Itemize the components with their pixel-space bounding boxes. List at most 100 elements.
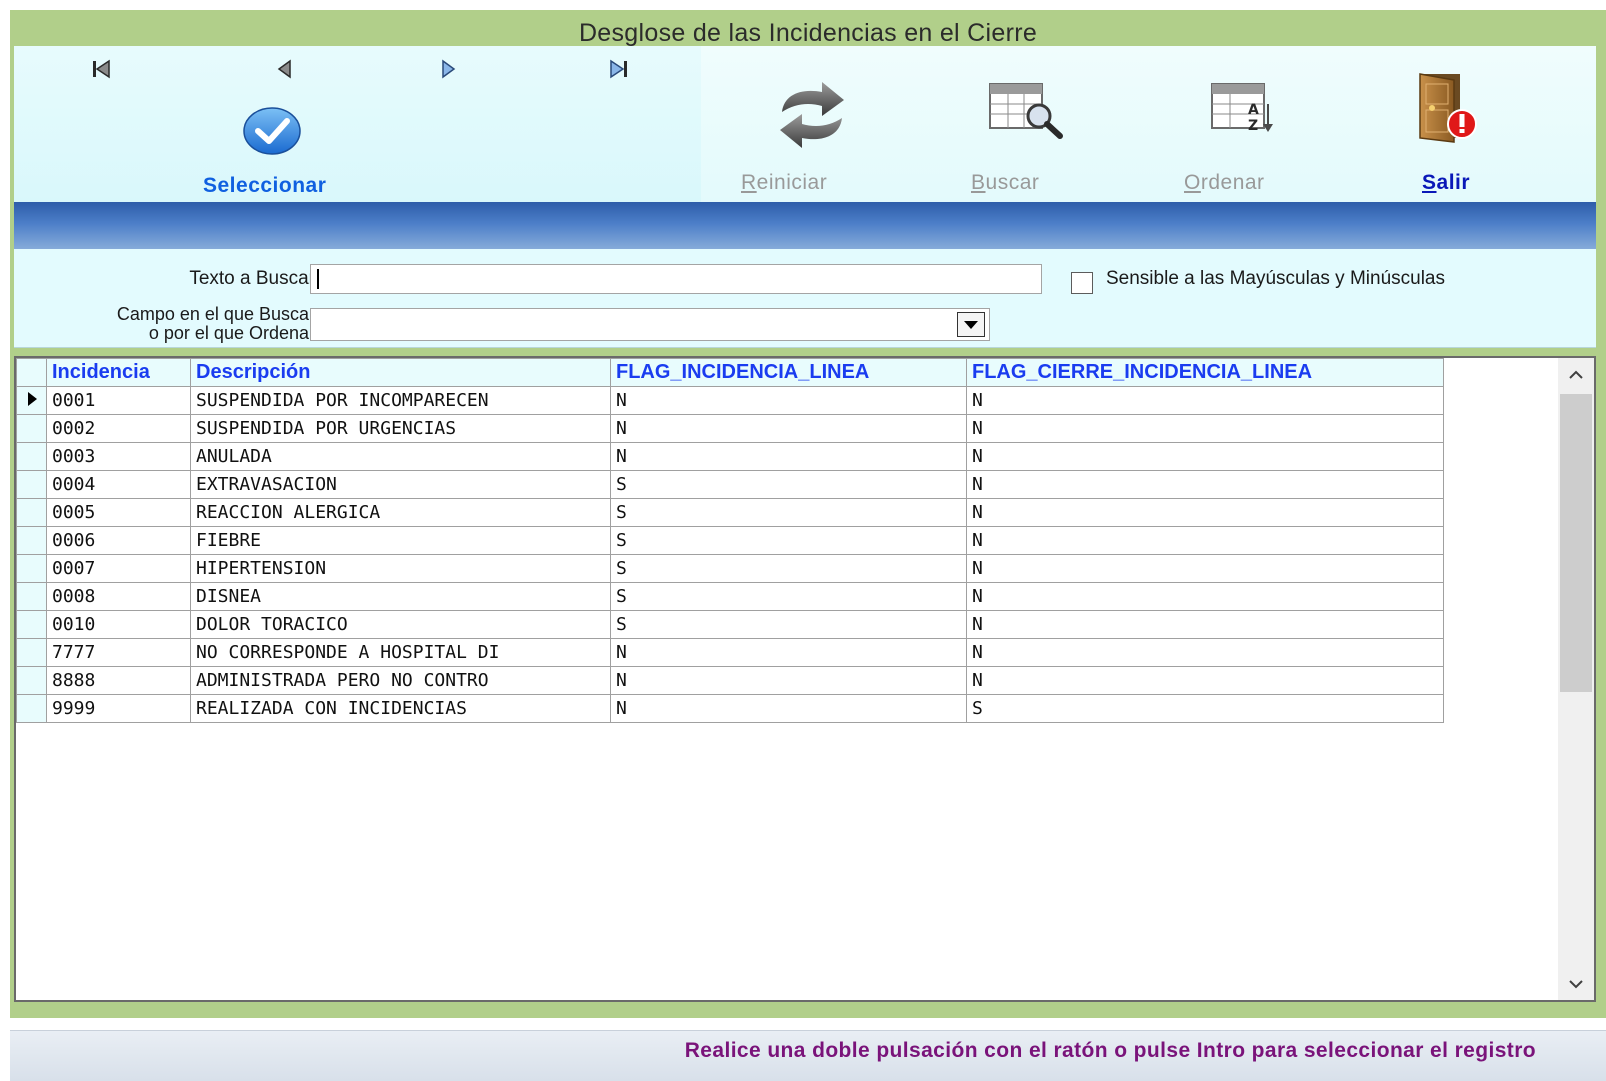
cell-flag-incidencia-linea[interactable]: S — [610, 582, 967, 611]
column-header-flag-incidencia-linea[interactable]: FLAG_INCIDENCIA_LINEA — [610, 358, 967, 387]
row-indicator[interactable] — [16, 470, 47, 499]
cell-flag-cierre-incidencia-linea[interactable]: N — [966, 498, 1444, 527]
cell-flag-incidencia-linea[interactable]: N — [610, 638, 967, 667]
cell-descripcion[interactable]: ANULADA — [190, 442, 611, 471]
row-indicator[interactable] — [16, 386, 47, 415]
column-header-flag-cierre-incidencia-linea[interactable]: FLAG_CIERRE_INCIDENCIA_LINEA — [966, 358, 1444, 387]
row-indicator[interactable] — [16, 610, 47, 639]
cell-flag-incidencia-linea[interactable]: N — [610, 694, 967, 723]
cell-flag-cierre-incidencia-linea[interactable]: N — [966, 554, 1444, 583]
previous-record-button[interactable] — [269, 54, 299, 84]
cell-incidencia[interactable]: 0010 — [46, 610, 191, 639]
cell-descripcion[interactable]: SUSPENDIDA POR INCOMPARECEN — [190, 386, 611, 415]
cell-incidencia[interactable]: 0004 — [46, 470, 191, 499]
table-row[interactable]: 0007 HIPERTENSION S N — [16, 554, 1444, 583]
table-row[interactable]: 0004 EXTRAVASACION S N — [16, 470, 1444, 499]
cell-flag-cierre-incidencia-linea[interactable]: N — [966, 526, 1444, 555]
cell-descripcion[interactable]: DOLOR TORACICO — [190, 610, 611, 639]
cell-flag-incidencia-linea[interactable]: N — [610, 442, 967, 471]
dropdown-button[interactable] — [957, 312, 985, 337]
row-indicator[interactable] — [16, 526, 47, 555]
sort-button[interactable]: A Z — [1206, 78, 1296, 140]
table-row[interactable]: 0006 FIEBRE S N — [16, 526, 1444, 555]
cell-flag-cierre-incidencia-linea[interactable]: N — [966, 386, 1444, 415]
cell-descripcion[interactable]: REALIZADA CON INCIDENCIAS — [190, 694, 611, 723]
restart-button-label[interactable]: Reiniciar — [741, 171, 827, 195]
column-header-incidencia[interactable]: Incidencia — [46, 358, 191, 387]
select-button-label[interactable]: Seleccionar — [203, 174, 326, 198]
cell-flag-incidencia-linea[interactable]: S — [610, 526, 967, 555]
field-select[interactable] — [310, 308, 990, 341]
table-row[interactable]: 0001 SUSPENDIDA POR INCOMPARECEN N N — [16, 386, 1444, 415]
row-indicator[interactable] — [16, 694, 47, 723]
cell-flag-incidencia-linea[interactable]: N — [610, 666, 967, 695]
cell-incidencia[interactable]: 9999 — [46, 694, 191, 723]
row-indicator[interactable] — [16, 498, 47, 527]
table-row[interactable]: 0005 REACCION ALERGICA S N — [16, 498, 1444, 527]
first-record-button[interactable] — [87, 54, 117, 84]
table-row[interactable]: 7777 NO CORRESPONDE A HOSPITAL DI N N — [16, 638, 1444, 667]
cell-incidencia[interactable]: 0003 — [46, 442, 191, 471]
table-row[interactable]: 0008 DISNEA S N — [16, 582, 1444, 611]
search-input[interactable] — [310, 264, 1042, 294]
cell-incidencia[interactable]: 0001 — [46, 386, 191, 415]
scroll-thumb[interactable] — [1560, 394, 1592, 692]
cell-descripcion[interactable]: EXTRAVASACION — [190, 470, 611, 499]
exit-button[interactable] — [1412, 70, 1482, 146]
column-header-descripcion[interactable]: Descripción — [190, 358, 611, 387]
next-record-button[interactable] — [434, 54, 464, 84]
cell-flag-cierre-incidencia-linea[interactable]: N — [966, 638, 1444, 667]
cell-incidencia[interactable]: 0002 — [46, 414, 191, 443]
row-indicator[interactable] — [16, 638, 47, 667]
cell-descripcion[interactable]: DISNEA — [190, 582, 611, 611]
cell-flag-cierre-incidencia-linea[interactable]: N — [966, 414, 1444, 443]
row-indicator[interactable] — [16, 554, 47, 583]
row-indicator[interactable] — [16, 414, 47, 443]
select-button[interactable] — [242, 102, 302, 156]
cell-incidencia[interactable]: 7777 — [46, 638, 191, 667]
cell-flag-incidencia-linea[interactable]: S — [610, 470, 967, 499]
case-sensitive-checkbox[interactable] — [1071, 272, 1093, 294]
cell-flag-cierre-incidencia-linea[interactable]: N — [966, 470, 1444, 499]
cell-descripcion[interactable]: FIEBRE — [190, 526, 611, 555]
cell-flag-incidencia-linea[interactable]: N — [610, 386, 967, 415]
cell-descripcion[interactable]: ADMINISTRADA PERO NO CONTRO — [190, 666, 611, 695]
cell-incidencia[interactable]: 0007 — [46, 554, 191, 583]
row-indicator[interactable] — [16, 582, 47, 611]
cell-flag-incidencia-linea[interactable]: N — [610, 414, 967, 443]
cell-incidencia[interactable]: 8888 — [46, 666, 191, 695]
scroll-down-button[interactable] — [1558, 968, 1594, 1000]
cell-incidencia[interactable]: 0008 — [46, 582, 191, 611]
restart-button[interactable] — [774, 76, 850, 152]
cell-flag-incidencia-linea[interactable]: S — [610, 610, 967, 639]
vertical-scrollbar[interactable] — [1558, 358, 1594, 1000]
sort-button-label[interactable]: Ordenar — [1184, 171, 1265, 195]
cell-flag-cierre-incidencia-linea[interactable]: N — [966, 582, 1444, 611]
cell-descripcion[interactable]: NO CORRESPONDE A HOSPITAL DI — [190, 638, 611, 667]
scroll-up-button[interactable] — [1558, 358, 1594, 390]
cell-descripcion[interactable]: SUSPENDIDA POR URGENCIAS — [190, 414, 611, 443]
cell-incidencia[interactable]: 0006 — [46, 526, 191, 555]
cell-flag-cierre-incidencia-linea[interactable]: N — [966, 610, 1444, 639]
records-grid[interactable]: Incidencia Descripción FLAG_INCIDENCIA_L… — [14, 356, 1596, 1002]
cell-descripcion[interactable]: REACCION ALERGICA — [190, 498, 611, 527]
exit-button-label[interactable]: Salir — [1422, 171, 1470, 195]
table-row[interactable]: 8888 ADMINISTRADA PERO NO CONTRO N N — [16, 666, 1444, 695]
cell-flag-cierre-incidencia-linea[interactable]: N — [966, 666, 1444, 695]
cell-flag-cierre-incidencia-linea[interactable]: N — [966, 442, 1444, 471]
cell-flag-incidencia-linea[interactable]: S — [610, 498, 967, 527]
row-indicator[interactable] — [16, 666, 47, 695]
table-row[interactable]: 9999 REALIZADA CON INCIDENCIAS N S — [16, 694, 1444, 723]
cell-descripcion[interactable]: HIPERTENSION — [190, 554, 611, 583]
search-button-label[interactable]: Buscar — [971, 171, 1039, 195]
cell-flag-incidencia-linea[interactable]: S — [610, 554, 967, 583]
cell-flag-cierre-incidencia-linea[interactable]: S — [966, 694, 1444, 723]
table-row[interactable]: 0010 DOLOR TORACICO S N — [16, 610, 1444, 639]
case-sensitive-label[interactable]: Sensible a las Mayúsculas y Minúsculas — [1106, 268, 1445, 290]
search-button[interactable] — [984, 78, 1074, 140]
last-record-button[interactable] — [604, 54, 634, 84]
table-row[interactable]: 0003 ANULADA N N — [16, 442, 1444, 471]
row-indicator[interactable] — [16, 442, 47, 471]
cell-incidencia[interactable]: 0005 — [46, 498, 191, 527]
table-row[interactable]: 0002 SUSPENDIDA POR URGENCIAS N N — [16, 414, 1444, 443]
